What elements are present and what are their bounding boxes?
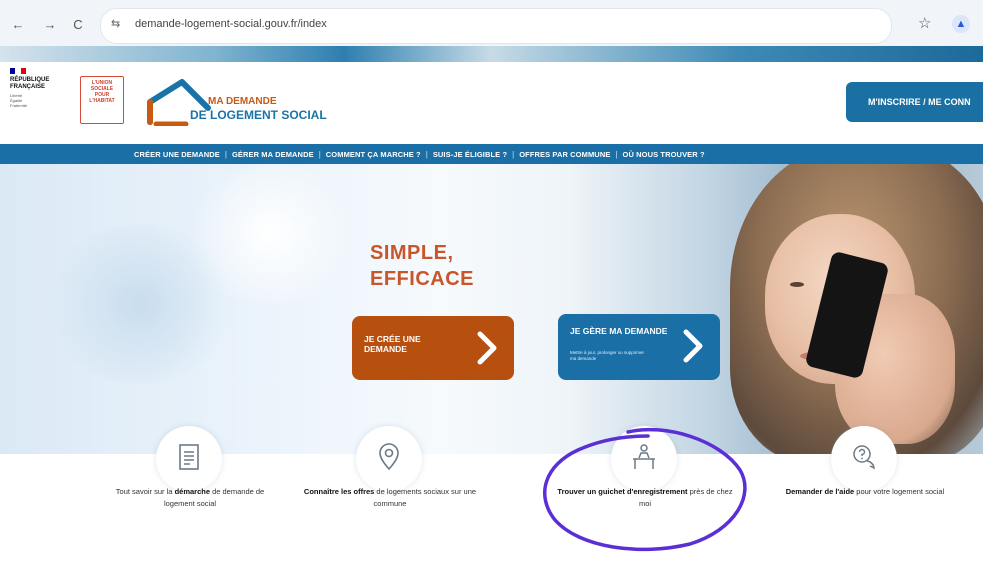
service-aide-text: Demander de l'aide pour votre logement s…: [775, 486, 955, 498]
manage-request-label: JE GÈRE MA DEMANDE: [570, 326, 668, 336]
manage-request-subtext: Mettre à jour, prolonger ou supprimer ma…: [570, 350, 645, 361]
service-icon-circle: [356, 426, 422, 492]
republic-motto: Liberté Égalité Fraternité: [10, 93, 28, 108]
url-text: demande-logement-social.gouv.fr/index: [135, 18, 327, 30]
nav-item[interactable]: OFFRES PAR COMMUNE: [519, 150, 610, 159]
service-text-bold: Demander de l'aide: [785, 487, 855, 496]
profile-avatar-icon[interactable]: ▲: [952, 15, 970, 33]
service-offres-commune[interactable]: Connaître les offres de logements sociau…: [300, 426, 480, 571]
background-light: [180, 164, 360, 304]
nav-item[interactable]: GÉRER MA DEMANDE: [232, 150, 314, 159]
back-icon[interactable]: ←: [8, 15, 28, 35]
reload-icon[interactable]: C: [68, 15, 88, 35]
chevron-right-icon: [477, 331, 497, 365]
brand-title-line1: MA DEMANDE: [208, 96, 277, 107]
nav-separator: |: [615, 149, 618, 159]
header-decorative-strip: [0, 46, 983, 62]
chevron-right-icon: [683, 329, 703, 363]
marianne-flag-icon: [10, 68, 26, 74]
main-navigation: CRÉER UNE DEMANDE | GÉRER MA DEMANDE | COMME…: [0, 144, 983, 164]
service-icon-circle: [831, 426, 897, 492]
document-icon: [179, 444, 199, 470]
service-guichet[interactable]: Trouver un guichet d'enregistrement près…: [555, 426, 735, 571]
create-request-button[interactable]: JE CRÉE UNE DEMANDE: [352, 316, 514, 380]
nav-separator: |: [224, 149, 227, 159]
service-demarche[interactable]: Tout savoir sur la démarche de demande d…: [100, 426, 280, 571]
nav-item[interactable]: SUIS-JE ÉLIGIBLE ?: [433, 150, 507, 159]
nav-separator: |: [318, 149, 321, 159]
nav-item[interactable]: COMMENT ÇA MARCHE ?: [326, 150, 421, 159]
help-chat-icon: [853, 445, 875, 470]
counter-desk-icon: [633, 444, 655, 469]
bookmark-star-icon[interactable]: ☆: [918, 14, 931, 32]
union-logo-text: L'UNION SOCIALE POUR L'HABITAT: [89, 80, 115, 104]
signup-login-button[interactable]: M'INSCRIRE / ME CONN: [846, 82, 983, 122]
service-text-bold: Connaître les offres: [303, 487, 375, 496]
nav-separator: |: [512, 149, 515, 159]
hero-title: SIMPLE, EFFICACE: [370, 242, 474, 290]
nav-items: CRÉER UNE DEMANDE | GÉRER MA DEMANDE | COMME…: [134, 144, 705, 164]
nav-item[interactable]: OÙ NOUS TROUVER ?: [623, 150, 705, 159]
service-offres-text: Connaître les offres de logements sociau…: [300, 486, 480, 510]
republique-text: RÉPUBLIQUE FRANÇAISE: [10, 77, 50, 90]
nav-separator: |: [425, 149, 428, 159]
service-text: pour votre logement social: [854, 487, 945, 496]
create-request-label: JE CRÉE UNE DEMANDE: [364, 334, 421, 354]
address-bar[interactable]: ⇆ demande-logement-social.gouv.fr/index: [100, 8, 892, 44]
service-icon-circle: [156, 426, 222, 492]
service-text-bold: démarche: [174, 487, 210, 496]
forward-icon[interactable]: →: [40, 15, 60, 35]
service-aide[interactable]: Demander de l'aide pour votre logement s…: [775, 426, 955, 571]
woman-eye-left: [790, 282, 804, 287]
republique-francaise-logo[interactable]: RÉPUBLIQUE FRANÇAISE Liberté Égalité Fra…: [10, 68, 62, 128]
services-section: Tout savoir sur la démarche de demande d…: [0, 426, 983, 571]
union-sociale-habitat-logo[interactable]: L'UNION SOCIALE POUR L'HABITAT: [80, 76, 124, 124]
service-text: Tout savoir sur la: [115, 487, 175, 496]
site-info-icon[interactable]: ⇆: [111, 17, 127, 33]
service-text: de logements sociaux sur une commune: [373, 487, 477, 508]
site-header: RÉPUBLIQUE FRANÇAISE Liberté Égalité Fra…: [0, 62, 983, 144]
service-guichet-text: Trouver un guichet d'enregistrement près…: [555, 486, 735, 510]
location-pin-icon: [379, 443, 399, 471]
nav-item[interactable]: CRÉER UNE DEMANDE: [134, 150, 220, 159]
service-demarche-text: Tout savoir sur la démarche de demande d…: [100, 486, 280, 510]
manage-request-button[interactable]: JE GÈRE MA DEMANDE Mettre à jour, prolon…: [558, 314, 720, 380]
brand-title-line2: DE LOGEMENT SOCIAL: [190, 108, 327, 122]
service-icon-circle: [611, 426, 677, 492]
service-text-bold: Trouver un guichet d'enregistrement: [557, 487, 688, 496]
hero-banner: SIMPLE, EFFICACE JE CRÉE UNE DEMANDE JE …: [0, 164, 983, 454]
